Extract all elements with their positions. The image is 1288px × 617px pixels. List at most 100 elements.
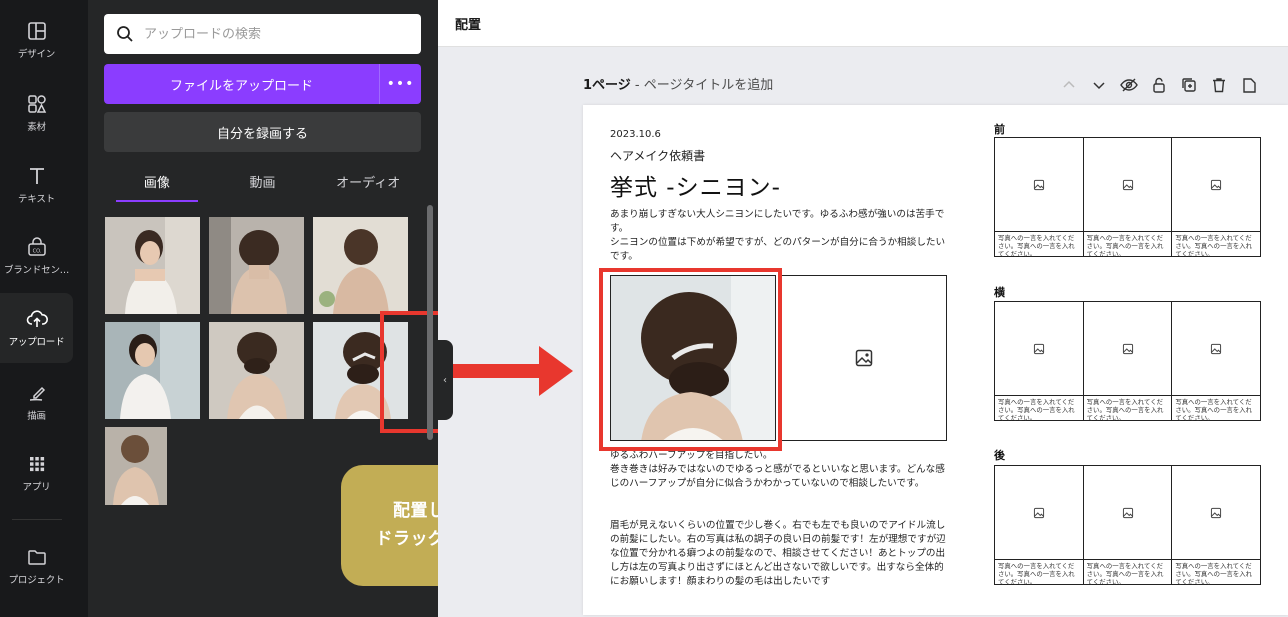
photo-frame-empty[interactable] [781, 275, 947, 441]
doc-title[interactable]: 挙式 -シニヨン- [610, 168, 781, 202]
unlock-icon [1153, 77, 1165, 93]
rail-item-brand[interactable]: CO. ブランドセン… [0, 221, 73, 291]
doc-paragraph-1[interactable]: あまり崩しすぎない大人シニヨンにしたいです。ゆるふわ感が強いのは苦手です。 [610, 208, 950, 236]
svg-text:CO.: CO. [32, 249, 41, 255]
move-down-button[interactable] [1088, 74, 1110, 96]
photo-caption[interactable]: 写真への一言を入れてください。写真への一言を入れてください。 [1087, 398, 1170, 422]
photo-cell[interactable]: 写真への一言を入れてください。写真への一言を入れてください。 [1172, 302, 1261, 422]
photo-cell[interactable]: 写真への一言を入れてください。写真への一言を入れてください。 [1083, 302, 1173, 422]
chevron-up-icon [1063, 80, 1075, 88]
search-input[interactable] [144, 26, 384, 42]
rail-item-elements[interactable]: 素材 [0, 78, 73, 148]
record-yourself-button[interactable]: 自分を録画する [104, 112, 421, 152]
photo-placeholder[interactable] [995, 466, 1083, 560]
rail-item-upload[interactable]: アップロード [0, 293, 73, 363]
image-placeholder-icon [1122, 343, 1133, 354]
rail-divider [12, 519, 62, 520]
move-up-button[interactable] [1058, 74, 1080, 96]
photo-placeholder[interactable] [995, 302, 1083, 396]
photo-placeholder[interactable] [1083, 138, 1172, 232]
page-header[interactable]: 1ページ - ページタイトルを追加 [583, 74, 773, 93]
search-box[interactable] [104, 14, 421, 54]
photo-grid-side: 写真への一言を入れてください。写真への一言を入れてください。 写真への一言を入れ… [994, 301, 1261, 422]
image-placeholder-icon [1211, 507, 1222, 518]
image-placeholder-icon [1211, 179, 1222, 190]
add-page-button[interactable] [1238, 74, 1260, 96]
photo-cell[interactable]: 写真への一言を入れてください。写真への一言を入れてください。 [995, 466, 1084, 586]
delete-page-button[interactable] [1208, 74, 1230, 96]
photo-caption[interactable]: 写真への一言を入れてください。写真への一言を入れてください。 [1175, 562, 1258, 586]
photo-placeholder[interactable] [1083, 466, 1172, 560]
upload-file-button[interactable]: ファイルをアップロード ••• [104, 64, 421, 104]
uploaded-image-7[interactable] [105, 427, 167, 505]
photo-placeholder[interactable] [995, 138, 1083, 232]
more-options-button[interactable]: ••• [379, 64, 421, 104]
section-label-side[interactable]: 横 [994, 284, 1005, 300]
rail-item-draw[interactable]: 描画 [0, 367, 73, 437]
doc-paragraph-2[interactable]: シニヨンの位置は下めが希望ですが、どのパターンが自分に合うか相談したいです。 [610, 236, 950, 264]
photo-placeholder[interactable] [1172, 138, 1261, 232]
photo-short-updo [105, 427, 167, 505]
app-window: デザイン 素材 テキスト CO. ブランドセン… アップロード 描画 アプリ プ… [0, 0, 1288, 617]
tab-videos[interactable]: 動画 [210, 160, 316, 202]
photo-placeholder[interactable] [1172, 302, 1261, 396]
add-page-title-hint[interactable]: - ページタイトルを追加 [631, 78, 773, 93]
photo-cell[interactable]: 写真への一言を入れてください。写真への一言を入れてください。 [1172, 138, 1261, 258]
upload-file-label[interactable]: ファイルをアップロード [104, 75, 379, 94]
folder-icon [27, 550, 46, 565]
uploaded-image-1[interactable] [105, 217, 200, 314]
rail-item-design[interactable]: デザイン [0, 5, 73, 75]
uploaded-image-6-selected[interactable] [313, 322, 408, 419]
section-label-front[interactable]: 前 [994, 121, 1005, 137]
photo-bun-hairpiece [313, 322, 408, 419]
panel-scrollbar[interactable] [427, 205, 433, 440]
rail-label-apps: アプリ [22, 482, 51, 493]
uploaded-image-2[interactable] [209, 217, 304, 314]
rail-item-projects[interactable]: プロジェクト [0, 531, 73, 601]
rail-label-design: デザイン [17, 49, 56, 60]
trash-icon [1213, 78, 1225, 93]
draw-icon [29, 386, 45, 401]
photo-caption[interactable]: 写真への一言を入れてください。写真への一言を入れてください。 [998, 398, 1081, 422]
rail-item-apps[interactable]: アプリ [0, 438, 73, 508]
elements-icon [27, 95, 46, 113]
doc-paragraph-3b[interactable]: 巻き巻きは好みではないのでゆるっと感がでるといいなと思います。どんな感じのハーフ… [610, 463, 950, 491]
duplicate-page-button[interactable] [1178, 74, 1200, 96]
canvas-topbar: 配置 [438, 0, 1288, 47]
tab-audio[interactable]: オーディオ [315, 160, 421, 202]
photo-placeholder[interactable] [1172, 466, 1261, 560]
image-placeholder-icon [1122, 179, 1133, 190]
photo-cell[interactable]: 写真への一言を入れてください。写真への一言を入れてください。 [995, 138, 1084, 258]
photo-caption[interactable]: 写真への一言を入れてください。写真への一言を入れてください。 [1175, 398, 1258, 422]
photo-placeholder[interactable] [1083, 302, 1172, 396]
photo-cell[interactable]: 写真への一言を入れてください。写真への一言を入れてください。 [1083, 466, 1173, 586]
search-icon [117, 26, 133, 42]
section-label-back[interactable]: 後 [994, 447, 1005, 463]
photo-caption[interactable]: 写真への一言を入れてください。写真への一言を入れてください。 [998, 562, 1081, 586]
rail-label-upload: アップロード [8, 337, 65, 348]
tab-images[interactable]: 画像 [104, 160, 210, 202]
uploaded-image-3[interactable] [313, 217, 408, 314]
image-placeholder-icon [1211, 343, 1222, 354]
photo-caption[interactable]: 写真への一言を入れてください。写真への一言を入れてください。 [1175, 234, 1258, 258]
doc-subtitle[interactable]: ヘアメイク依頼書 [610, 147, 705, 164]
uploaded-image-5[interactable] [209, 322, 304, 419]
image-placeholder-icon [1122, 507, 1133, 518]
doc-date[interactable]: 2023.10.6 [610, 129, 661, 140]
photo-grid-front: 写真への一言を入れてください。写真への一言を入れてください。 写真への一言を入れ… [994, 137, 1261, 258]
photo-cell[interactable]: 写真への一言を入れてください。写真への一言を入れてください。 [1172, 466, 1261, 586]
photo-cell[interactable]: 写真への一言を入れてください。写真への一言を入れてください。 [995, 302, 1084, 422]
lock-page-button[interactable] [1148, 74, 1170, 96]
photo-caption[interactable]: 写真への一言を入れてください。写真への一言を入れてください。 [998, 234, 1081, 258]
doc-paragraph-4[interactable]: 眉毛が見えないくらいの位置で少し巻く。右でも左でも良いのでアイドル流しの前髪にし… [610, 519, 950, 589]
rail-item-text[interactable]: テキスト [0, 150, 73, 220]
uploaded-image-4[interactable] [105, 322, 200, 419]
photo-caption[interactable]: 写真への一言を入れてください。写真への一言を入れてください。 [1087, 562, 1170, 586]
photo-low-bun [209, 322, 304, 419]
doc-paragraph-3a[interactable]: ゆるふわハーフアップを目指したい。 [610, 449, 950, 463]
photo-caption[interactable]: 写真への一言を入れてください。写真への一言を入れてください。 [1087, 234, 1170, 258]
editor-canvas-area: 配置 1ページ - ページタイトルを追加 2023.10.6 ヘアメイク依頼書 … [438, 0, 1288, 617]
media-tabs: 画像 動画 オーディオ [104, 160, 421, 202]
photo-cell[interactable]: 写真への一言を入れてください。写真への一言を入れてください。 [1083, 138, 1173, 258]
hide-page-button[interactable] [1118, 74, 1140, 96]
